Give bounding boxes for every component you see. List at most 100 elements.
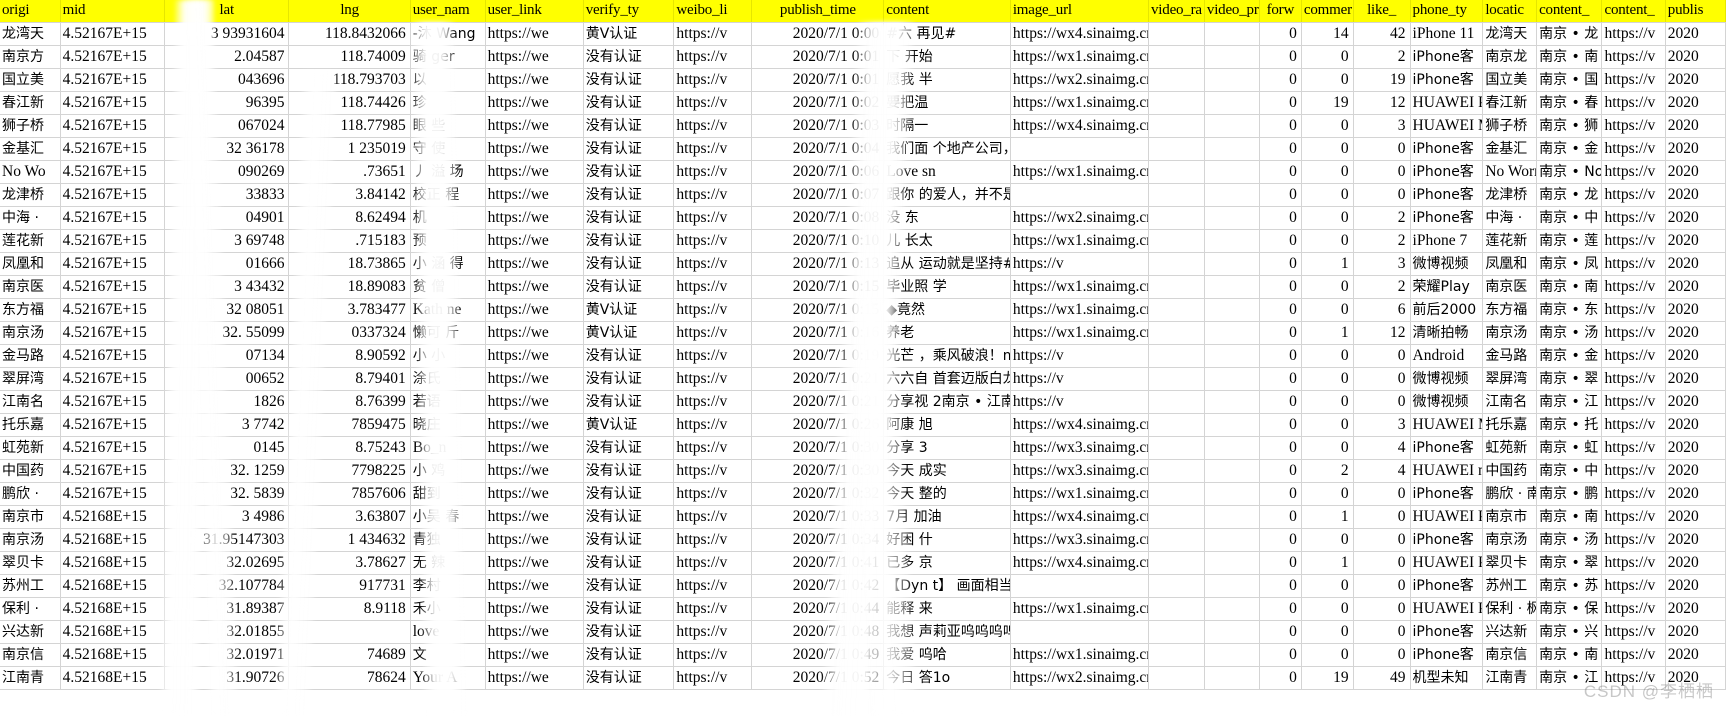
cell-video_preview[interactable] — [1204, 643, 1260, 667]
cell-mid[interactable]: 4.52167E+15 — [60, 183, 166, 207]
column-header-phone_type[interactable]: phone_ty — [1410, 0, 1484, 23]
cell-user_name[interactable]: 机 — [410, 206, 486, 230]
cell-location[interactable]: 托乐嘉 — [1482, 413, 1538, 437]
cell-phone_type[interactable]: iPhone客 — [1410, 206, 1484, 230]
cell-weibo_link[interactable]: https://v — [673, 436, 753, 460]
cell-lat[interactable]: 31.89387 — [164, 597, 290, 621]
cell-forward[interactable]: 0 — [1259, 436, 1302, 460]
cell-image_url[interactable]: https://wx1.sinaimg.cn/larg — [1010, 597, 1150, 621]
cell-origin[interactable]: 国立美 — [0, 68, 61, 92]
cell-comment[interactable]: 0 — [1301, 137, 1354, 161]
cell-lng[interactable]: .73651 — [288, 160, 411, 184]
cell-publish_time[interactable]: 2020/7/1 0:52 — [751, 666, 885, 690]
cell-image_url[interactable]: https://wx1.sinaimg.cn/larg — [1010, 91, 1150, 115]
cell-comment[interactable]: 19 — [1301, 666, 1354, 690]
cell-weibo_link[interactable]: https://v — [673, 597, 753, 621]
cell-like[interactable]: 3 — [1353, 114, 1411, 138]
cell-weibo_link[interactable]: https://v — [673, 252, 753, 276]
cell-weibo_link[interactable]: https://v — [673, 413, 753, 437]
cell-image_url[interactable]: https://wx2.sinaimg.cn/larg — [1010, 666, 1150, 690]
table-row[interactable]: 莲花新 4.52167E+15 3 69748.715183 预 https://we 没… — [0, 229, 1726, 253]
cell-user_name[interactable]: 青独 — [410, 528, 486, 552]
cell-publish_time[interactable]: 2020/7/1 0:49 — [751, 643, 885, 667]
cell-publish_2[interactable]: 2020 — [1665, 68, 1726, 92]
cell-image_url[interactable]: https://wx1.sinaimg.cn/larg — [1010, 298, 1150, 322]
cell-content_1[interactable]: 南京 • 保 — [1536, 597, 1603, 621]
cell-like[interactable]: 49 — [1353, 666, 1411, 690]
cell-content[interactable]: 六六自 首套迈版白龙mp4_720p — [883, 367, 1011, 391]
cell-mid[interactable]: 4.52167E+15 — [60, 252, 166, 276]
cell-mid[interactable]: 4.52167E+15 — [60, 390, 166, 414]
cell-phone_type[interactable]: iPhone客 — [1410, 482, 1484, 506]
cell-user_name[interactable]: 小吴 春 — [410, 505, 486, 529]
cell-image_url[interactable]: https://wx1.sinaimg.cn/larg — [1010, 643, 1150, 667]
cell-video_preview[interactable] — [1204, 252, 1260, 276]
cell-image_url[interactable] — [1010, 183, 1150, 207]
cell-lat[interactable]: 3 4986 — [164, 505, 290, 529]
cell-content_2[interactable]: https://v — [1601, 252, 1666, 276]
cell-lat[interactable]: 32 08051 — [164, 298, 290, 322]
cell-image_url[interactable]: https://wx4.sinaimg.cn/larg — [1010, 22, 1150, 46]
cell-lat[interactable]: 3 93931604 — [164, 22, 290, 46]
cell-user_link[interactable]: https://we — [485, 298, 584, 322]
cell-lat[interactable]: 33833 — [164, 183, 290, 207]
cell-comment[interactable]: 0 — [1301, 160, 1354, 184]
cell-user_name[interactable]: 珍 — [410, 91, 486, 115]
cell-publish_2[interactable]: 2020 — [1665, 91, 1726, 115]
cell-location[interactable]: 南京信 — [1482, 643, 1538, 667]
cell-video_preview[interactable] — [1204, 68, 1260, 92]
cell-comment[interactable]: 1 — [1301, 252, 1354, 276]
cell-origin[interactable]: 金马路 — [0, 344, 61, 368]
cell-mid[interactable]: 4.52167E+15 — [60, 229, 166, 253]
cell-lng[interactable]: .715183 — [288, 229, 411, 253]
cell-origin[interactable]: 南京信 — [0, 643, 61, 667]
cell-forward[interactable]: 0 — [1259, 183, 1302, 207]
cell-forward[interactable]: 0 — [1259, 666, 1302, 690]
cell-user_link[interactable]: https://we — [485, 528, 584, 552]
cell-mid[interactable]: 4.52167E+15 — [60, 275, 166, 299]
cell-content_2[interactable]: https://v — [1601, 206, 1666, 230]
cell-video_preview[interactable] — [1204, 114, 1260, 138]
cell-comment[interactable]: 0 — [1301, 528, 1354, 552]
cell-content[interactable]: 【Dyn t】 画面相当立体，背景的设计也 — [883, 574, 1011, 598]
cell-video_preview[interactable] — [1204, 91, 1260, 115]
cell-lat[interactable]: 067024 — [164, 114, 290, 138]
cell-origin[interactable]: 江南青 — [0, 666, 61, 690]
cell-forward[interactable]: 0 — [1259, 22, 1302, 46]
cell-lng[interactable]: 74689 — [288, 643, 411, 667]
cell-content_1[interactable]: 南京 • No — [1536, 160, 1603, 184]
cell-forward[interactable]: 0 — [1259, 206, 1302, 230]
cell-like[interactable]: 4 — [1353, 436, 1411, 460]
cell-user_name[interactable]: 无 辣 — [410, 551, 486, 575]
cell-like[interactable]: 0 — [1353, 390, 1411, 414]
cell-user_name[interactable]: 守 使 — [410, 137, 486, 161]
cell-mid[interactable]: 4.52168E+15 — [60, 574, 166, 598]
column-header-lat[interactable]: lat — [164, 0, 290, 23]
cell-user_link[interactable]: https://we — [485, 114, 584, 138]
cell-user_link[interactable]: https://we — [485, 344, 584, 368]
cell-like[interactable]: 6 — [1353, 298, 1411, 322]
cell-comment[interactable]: 1 — [1301, 551, 1354, 575]
cell-verify_type[interactable]: 没有认证 — [583, 620, 675, 644]
cell-origin[interactable]: No Wo — [0, 160, 61, 184]
table-row[interactable]: 兴达新 4.52168E+15 32.01855 love https://we 没有认证… — [0, 620, 1726, 644]
cell-verify_type[interactable]: 没有认证 — [583, 137, 675, 161]
cell-content_2[interactable]: https://v — [1601, 390, 1666, 414]
cell-image_url[interactable] — [1010, 137, 1150, 161]
cell-publish_2[interactable]: 2020 — [1665, 137, 1726, 161]
table-row[interactable]: 江南青 4.52168E+15 31.90726 78624 Your Ahttps:/… — [0, 666, 1726, 690]
cell-lng[interactable]: 1 235019 — [288, 137, 411, 161]
cell-forward[interactable]: 0 — [1259, 551, 1302, 575]
cell-comment[interactable]: 0 — [1301, 482, 1354, 506]
cell-user_name[interactable]: 丿 溢 场 — [410, 160, 486, 184]
cell-user_name[interactable]: 校正 程 — [410, 183, 486, 207]
cell-mid[interactable]: 4.52167E+15 — [60, 22, 166, 46]
cell-publish_time[interactable]: 2020/7/1 0:03 — [751, 114, 885, 138]
cell-phone_type[interactable]: 微博视频 — [1410, 252, 1484, 276]
cell-verify_type[interactable]: 没有认证 — [583, 367, 675, 391]
cell-like[interactable]: 0 — [1353, 137, 1411, 161]
column-header-verify_type[interactable]: verify_ty — [583, 0, 675, 23]
cell-lat[interactable]: 0145 — [164, 436, 290, 460]
cell-publish_time[interactable]: 2020/7/1 0:19 — [751, 344, 885, 368]
cell-comment[interactable]: 0 — [1301, 206, 1354, 230]
